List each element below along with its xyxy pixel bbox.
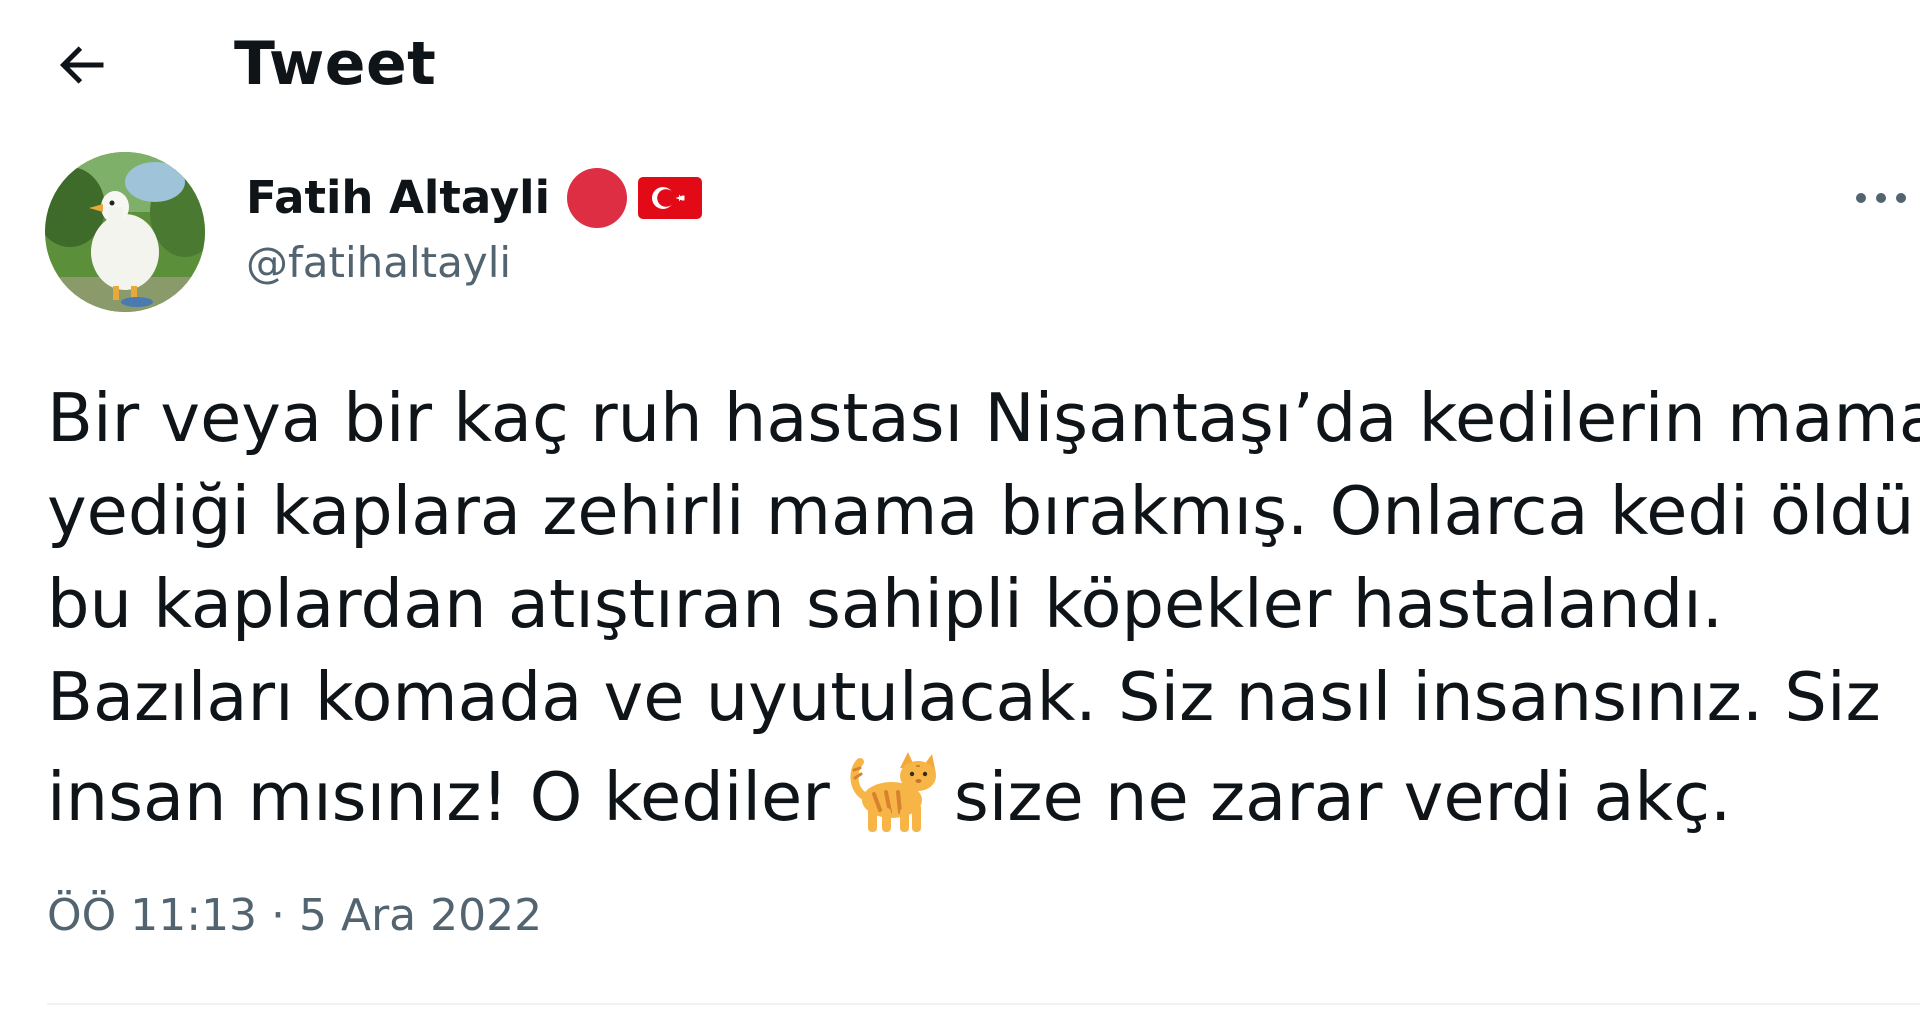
tweet-line: yediği kaplara zehirli mama bırakmış. On… <box>47 472 1915 550</box>
tweet-timestamp[interactable]: ÖÖ 11:13 · 5 Ara 2022 <box>47 888 542 944</box>
page-title: Tweet <box>234 29 437 99</box>
avatar[interactable] <box>45 152 205 312</box>
tweet-line-last: insan mısınız! O kediler size ne zarar v… <box>47 744 1920 844</box>
more-horizontal-icon <box>1856 193 1906 203</box>
author-name-row: Fatih Altayli <box>246 166 703 230</box>
more-options-button[interactable] <box>1846 168 1916 228</box>
avatar-goose-image <box>45 152 205 312</box>
arrow-left-icon <box>59 46 104 84</box>
author-handle[interactable]: @fatihaltayli <box>246 236 702 290</box>
top-bar: Tweet <box>0 0 1920 130</box>
back-button[interactable] <box>38 22 124 108</box>
tweet-text: Bir veya bir kaç ruh hastası Nişantaşı’d… <box>47 372 1920 844</box>
tweet-text-after-emoji: size ne zarar verdi akç. <box>953 758 1732 836</box>
turkey-flag-icon <box>638 177 703 219</box>
tweet-line: Bazıları komada ve uyutulacak. Siz nasıl… <box>47 658 1881 736</box>
tweet-line: Bir veya bir kaç ruh hastası Nişantaşı’d… <box>47 379 1920 457</box>
tweet-line: bu kaplardan atıştıran sahipli köpekler … <box>47 565 1724 643</box>
divider <box>47 1003 1920 1005</box>
author-block: Fatih Altayli @fatihaltayli <box>246 166 703 290</box>
tweet-text-before-emoji: insan mısınız! O kediler <box>47 758 830 836</box>
author-display-name[interactable]: Fatih Altayli <box>246 168 550 228</box>
cat-emoji-icon <box>846 744 942 836</box>
red-circle-icon <box>567 168 628 228</box>
